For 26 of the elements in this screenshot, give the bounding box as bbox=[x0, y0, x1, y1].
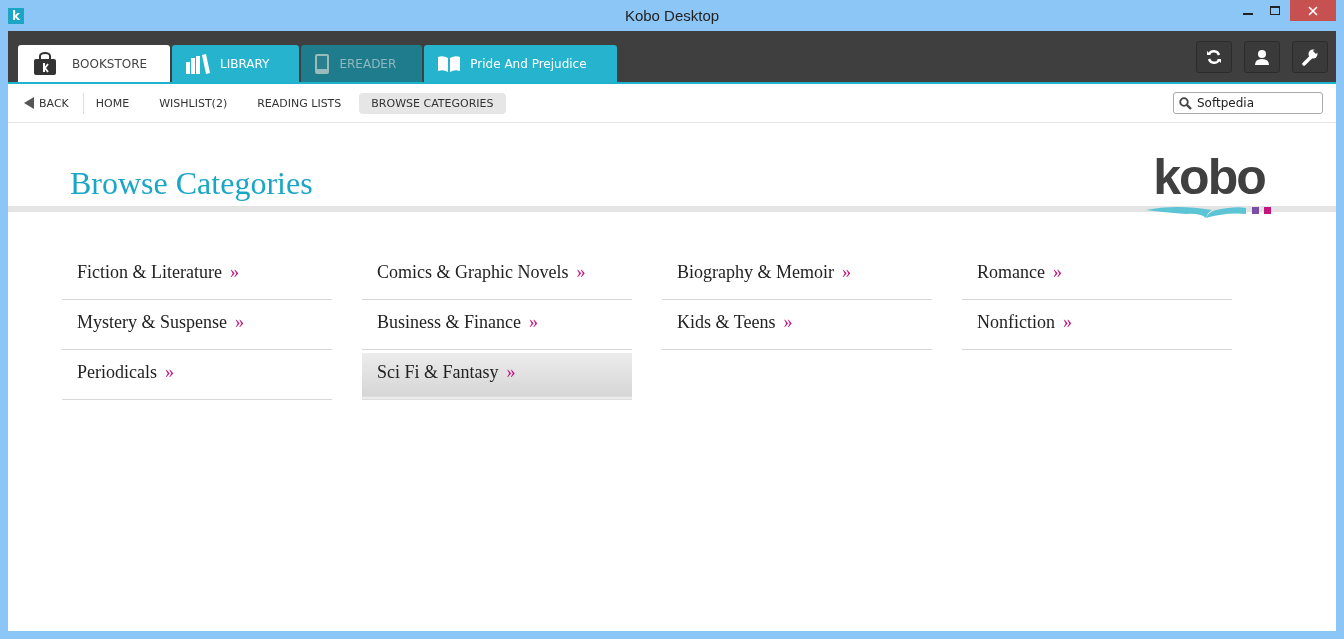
open-book-icon bbox=[438, 55, 461, 72]
sync-icon bbox=[1206, 49, 1222, 65]
app-logo-icon: k bbox=[8, 7, 24, 24]
books-icon bbox=[186, 53, 210, 74]
shopping-bag-icon bbox=[32, 51, 58, 76]
ereader-icon bbox=[315, 53, 330, 74]
kobo-logo: kobo bbox=[1153, 152, 1265, 202]
search-field[interactable]: Softpedia bbox=[1173, 92, 1323, 114]
back-arrow-icon bbox=[24, 97, 34, 109]
nav-link[interactable]: BROWSE CATEGORIES bbox=[359, 92, 506, 114]
minimize-icon bbox=[1242, 12, 1253, 15]
nav-link[interactable]: WISHLIST(2) bbox=[147, 92, 240, 114]
sync-button[interactable] bbox=[1196, 41, 1232, 73]
window-title: Kobo Desktop bbox=[624, 7, 720, 24]
tab[interactable]: BOOKSTORE bbox=[18, 45, 170, 82]
nav-link[interactable]: HOME bbox=[83, 92, 142, 114]
category-link[interactable]: Sci Fi & Fantasy » bbox=[362, 353, 632, 400]
back-button[interactable]: BACK bbox=[22, 92, 84, 114]
account-button[interactable] bbox=[1244, 41, 1280, 73]
settings-button[interactable] bbox=[1292, 41, 1328, 73]
close-icon bbox=[1308, 5, 1318, 16]
page-title: Browse Categories bbox=[70, 165, 313, 202]
nav-link[interactable]: READING LISTS bbox=[245, 92, 354, 114]
maximize-icon bbox=[1269, 5, 1280, 16]
wrench-icon bbox=[1301, 48, 1319, 66]
user-icon bbox=[1255, 49, 1269, 65]
